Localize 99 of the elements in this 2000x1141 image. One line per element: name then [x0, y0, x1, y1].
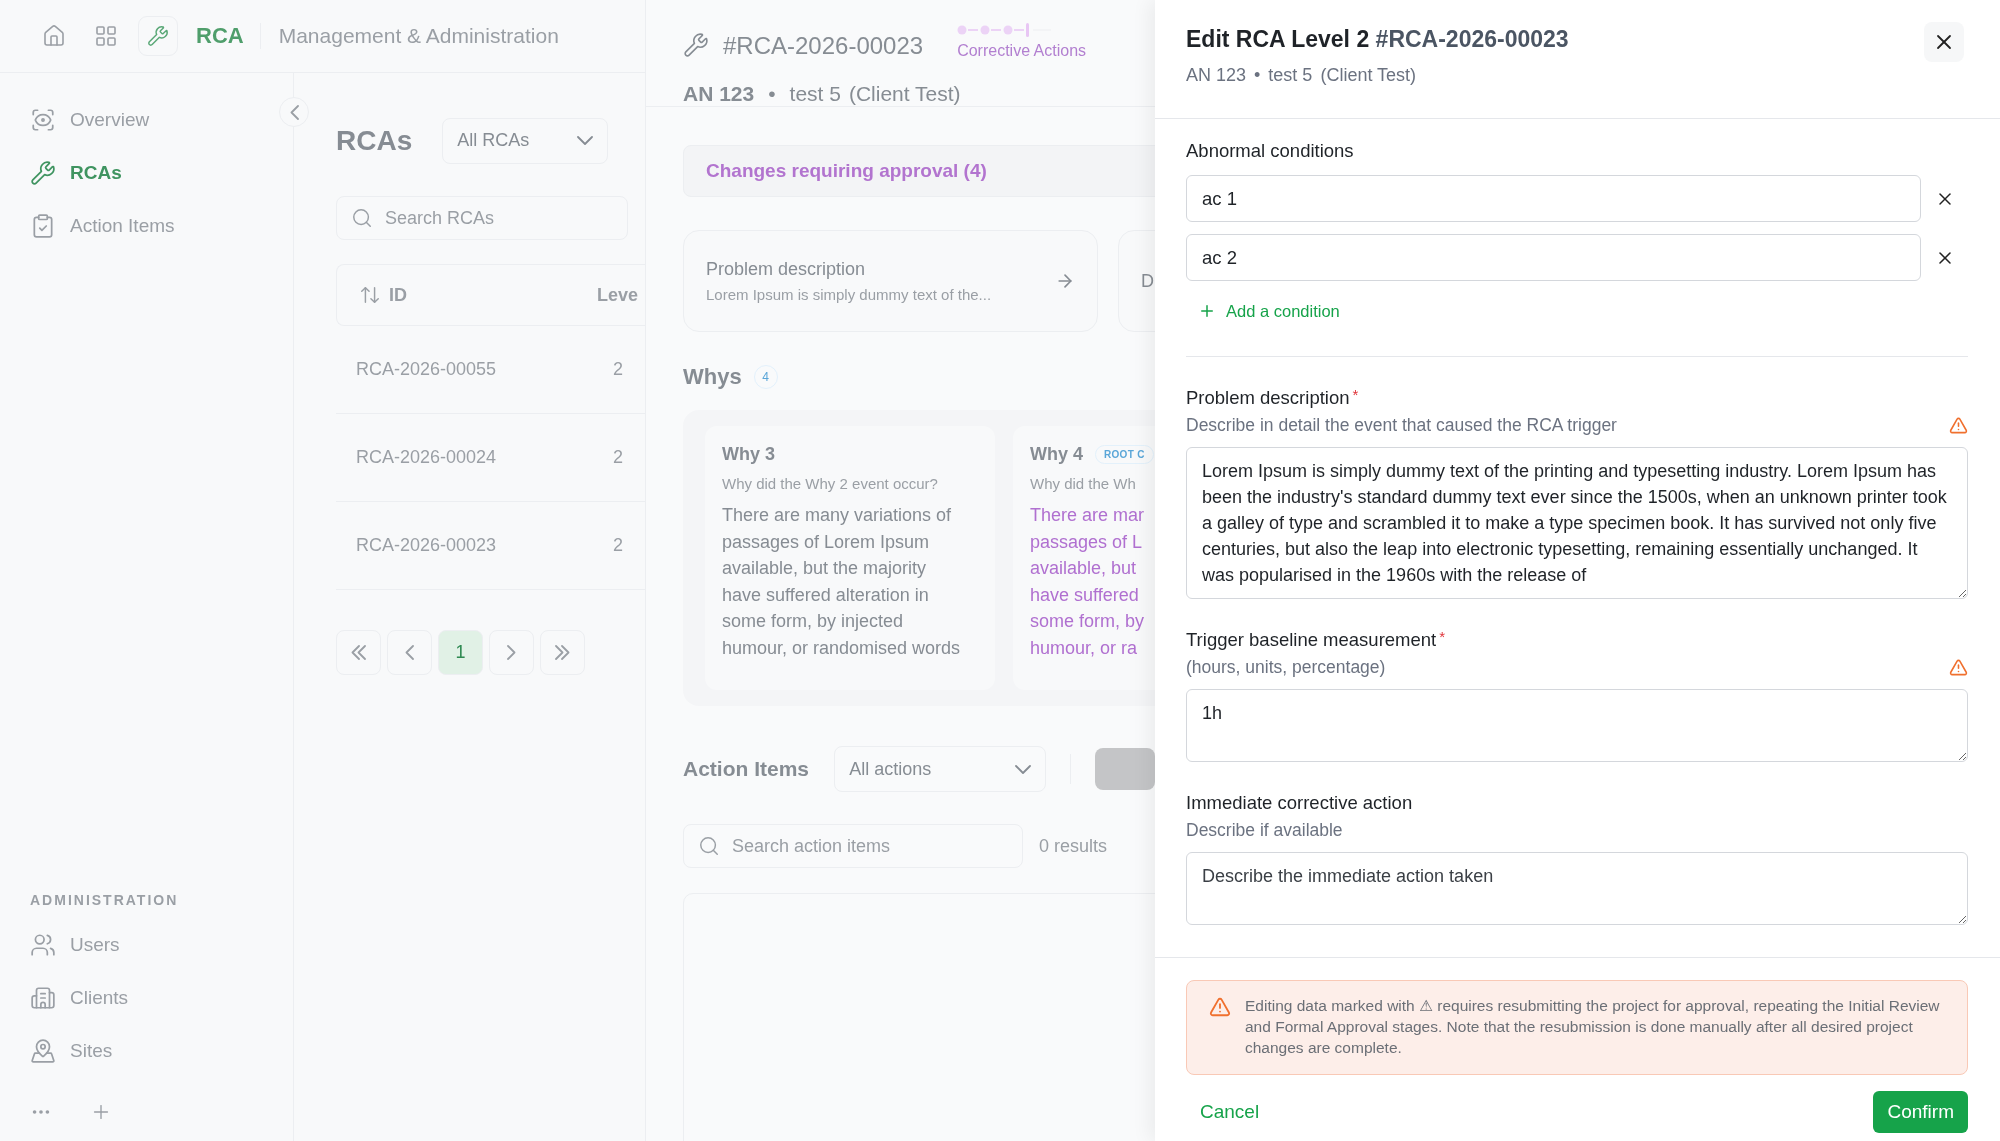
filter-dropdown[interactable]: All RCAs	[442, 117, 609, 164]
table-cell-text: 2	[613, 535, 624, 556]
table-cell-text: RCA-2026-00055	[356, 359, 498, 380]
next-page-button[interactable]	[489, 630, 534, 675]
section-heading: ADMINISTRATION	[30, 892, 180, 908]
sidebar-item[interactable]: Clients	[30, 971, 129, 1024]
table-cell-text: 2	[613, 447, 624, 468]
action-button[interactable]	[1095, 748, 1155, 790]
sidebar-item[interactable]: Action Items	[30, 199, 175, 252]
why-answer: There are mar passages of L available, but have suffered some form, by humour, or ra	[1030, 504, 1146, 660]
field-label: Immediate corrective action	[1186, 792, 1413, 814]
collapse-button[interactable]	[279, 97, 309, 127]
warning-icon	[1209, 996, 1231, 1018]
chevron-left-icon	[405, 645, 414, 660]
sidebar-item[interactable]: Sites	[30, 1024, 113, 1077]
card-title: D	[1141, 270, 1155, 292]
why-answer: There are many variations of passages of Lorem Ipsum available, but the majority have suffered alteration in some form, by injected humour, or randomised words	[722, 504, 962, 660]
filter-dropdown[interactable]: All actions	[834, 746, 1047, 792]
search-field[interactable]: Search action items	[683, 824, 1023, 868]
sort-icon	[359, 284, 381, 306]
asset-name: test 5	[789, 82, 841, 106]
clipboard-check-icon	[30, 212, 56, 239]
client-name: (Client Test)	[848, 82, 961, 106]
sidebar-item[interactable]: Overview	[30, 93, 150, 146]
plus-icon	[1198, 302, 1216, 320]
card-title: Problem description	[706, 259, 867, 280]
previous-page-button[interactable]	[387, 630, 432, 675]
required-mark: *	[1439, 628, 1446, 645]
why-title: Why 3	[722, 444, 775, 465]
approval-banner[interactable]: Changes requiring approval (4)	[683, 145, 1155, 197]
search-icon	[351, 207, 373, 229]
progress-stepper-icon	[957, 22, 1054, 38]
rca-id: #RCA-2026-00023	[723, 32, 924, 60]
client-name: (Client Test)	[1320, 65, 1417, 86]
table-cell-text: 2	[613, 359, 624, 380]
users-icon	[30, 931, 56, 958]
column-header[interactable]: ID	[359, 284, 597, 306]
summary-card[interactable]: D	[1118, 230, 1155, 332]
text-area[interactable]: Describe the immediate action taken	[1186, 852, 1968, 925]
wrench-icon	[30, 159, 56, 186]
asset-code: AN 123	[683, 82, 755, 106]
asset-code: AN 123	[1186, 65, 1247, 86]
map-pin-icon	[30, 1037, 56, 1064]
section-title: Whys	[683, 364, 742, 390]
column-header[interactable]: Leve	[597, 284, 645, 306]
field-hint: (hours, units, percentage)	[1186, 656, 1386, 678]
chevron-right-icon	[507, 645, 516, 660]
field-hint: Describe in detail the event that caused the RCA trigger	[1186, 414, 1617, 436]
cancel-button[interactable]: Cancel	[1186, 1093, 1274, 1131]
chevron-down-icon	[1015, 764, 1032, 774]
sidebar-item[interactable]: RCAs	[30, 146, 122, 199]
search-field[interactable]: Search RCAs	[336, 196, 628, 240]
add-condition-button[interactable]: Add a condition	[1198, 298, 1340, 324]
field-hint: Describe if available	[1186, 819, 1343, 841]
building-icon	[30, 984, 56, 1011]
text-area[interactable]: 1h	[1186, 689, 1968, 762]
why-question: Why did the Why 2 event occur?	[722, 475, 939, 492]
condition-input[interactable]: ac 1	[1186, 175, 1921, 222]
separator-dot: •	[768, 82, 776, 106]
app-name: RCA	[196, 23, 261, 49]
last-page-button[interactable]	[540, 630, 585, 675]
why-card[interactable]: Why 4 ROOT C Why did the Wh There are mar passages of L available, but have suffered some form, by humour, or ra	[1013, 426, 1155, 690]
condition-input[interactable]: ac 2	[1186, 234, 1921, 281]
text-area[interactable]: Lorem Ipsum is simply dummy text of the printing and typesetting industry. Lorem Ipsum has been the industry's standard dummy text ever since the 1500s, when an unknown printer took a galley of type and scrambled it to make a type specimen book. It has survived not only five centuries, but also the leap into electronic typesetting, remaining essentially unchanged. It was popularised in the 1960s with the release of	[1186, 447, 1968, 599]
drawer-title: Edit RCA Level 2 #RCA-2026-00023	[1186, 26, 1569, 53]
why-card[interactable]: Why 3 Why did the Why 2 event occur? There are many variations of passages of Lorem Ipsum available, but the majority have suffered alteration in some form, by injected humour, or randomised words	[705, 426, 995, 690]
results-count: 0 results	[1039, 835, 1108, 857]
app-icon[interactable]	[138, 16, 178, 56]
required-mark: *	[1352, 386, 1359, 403]
home-icon[interactable]	[42, 24, 66, 48]
separator-dot: •	[1254, 65, 1261, 86]
field-label: Problem description	[1186, 387, 1350, 409]
notice-text: Editing data marked with ⚠ requires resubmitting the project for approval, repeating the Initial Review and Formal Approval stages. Note that the resubmission is done manually after all desired project changes are complete.	[1245, 996, 1941, 1058]
table-cell-text: RCA-2026-00023	[356, 535, 498, 556]
first-page-button[interactable]	[336, 630, 381, 675]
field-label: Abnormal conditions	[1186, 140, 1354, 162]
section-title: Management & Administration	[278, 24, 559, 48]
double-chevron-left-icon	[351, 645, 366, 660]
why-title: Why 4	[1030, 444, 1083, 465]
page-button[interactable]: 1	[438, 630, 483, 675]
card-excerpt: Lorem Ipsum is simply dummy text of the...	[706, 286, 993, 303]
sidebar-item[interactable]: Users	[30, 918, 120, 971]
stage-label: Corrective Actions	[957, 42, 1087, 60]
section-title: Action Items	[683, 757, 811, 781]
grid-icon[interactable]	[94, 24, 118, 48]
summary-card[interactable]: Problem description Lorem Ipsum is simply dummy text of the...	[683, 230, 1098, 332]
table-cell-text: RCA-2026-00024	[356, 447, 498, 468]
wrench-icon	[683, 32, 709, 58]
search-icon	[698, 835, 720, 857]
chevron-left-icon	[289, 104, 299, 120]
asset-name: test 5	[1268, 65, 1313, 86]
why-question: Why did the Wh	[1030, 475, 1137, 492]
field-label: Trigger baseline measurement	[1186, 629, 1437, 651]
close-button[interactable]	[1924, 22, 1964, 62]
confirm-button[interactable]: Confirm	[1873, 1091, 1968, 1133]
double-chevron-right-icon	[555, 645, 570, 660]
chevron-down-icon	[577, 136, 594, 145]
eye-icon	[30, 106, 56, 133]
page-title: RCAs	[336, 124, 413, 157]
